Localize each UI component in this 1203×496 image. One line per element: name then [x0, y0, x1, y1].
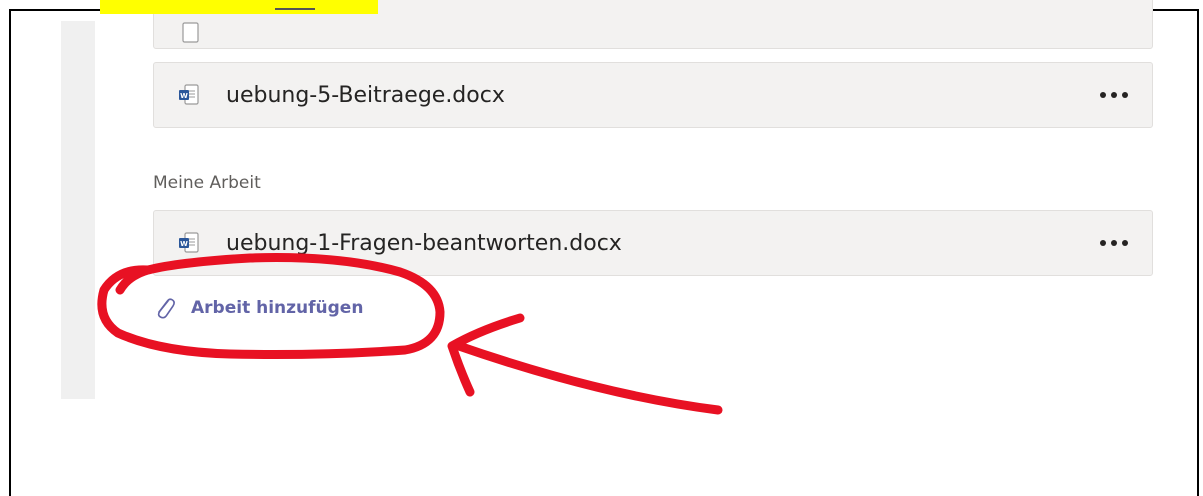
more-options-icon[interactable]	[1100, 239, 1128, 247]
add-work-button[interactable]: Arbeit hinzufügen	[153, 293, 363, 323]
section-label-my-work: Meine Arbeit	[153, 173, 261, 193]
file-card[interactable]: W uebung-5-Beitraege.docx	[153, 62, 1153, 128]
svg-text:W: W	[180, 92, 188, 100]
clipped-text-fragment	[275, 0, 315, 10]
left-rail	[61, 21, 95, 399]
word-doc-icon: W	[179, 84, 199, 105]
svg-text:W: W	[180, 240, 188, 248]
word-doc-icon: W	[179, 232, 199, 253]
file-name[interactable]: uebung-1-Fragen-beantworten.docx	[226, 231, 622, 256]
add-work-label: Arbeit hinzufügen	[191, 298, 364, 318]
screenshot-frame: W uebung-5-Beitraege.docx Meine Arbeit W…	[9, 0, 1199, 496]
more-options-icon[interactable]	[1100, 91, 1128, 99]
highlight-marker	[100, 0, 378, 14]
file-card[interactable]: W uebung-1-Fragen-beantworten.docx	[153, 210, 1153, 276]
paperclip-icon	[157, 298, 175, 319]
file-name[interactable]: uebung-5-Beitraege.docx	[226, 83, 505, 108]
word-doc-icon	[182, 22, 199, 43]
